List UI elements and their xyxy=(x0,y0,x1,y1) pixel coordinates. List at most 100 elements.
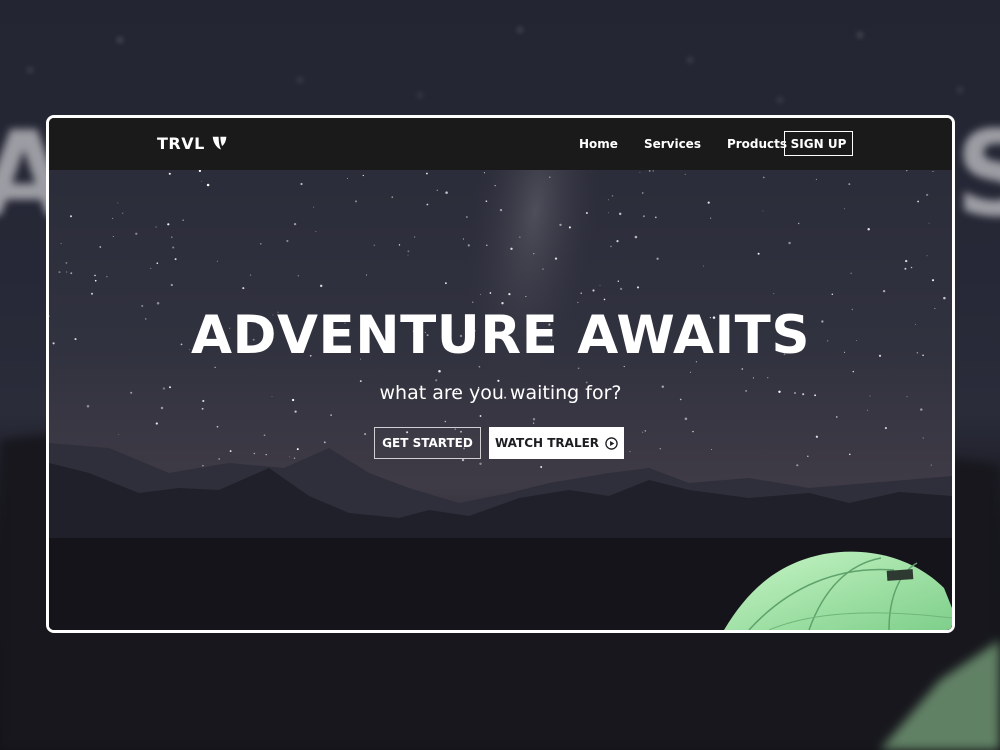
star xyxy=(362,174,364,177)
star xyxy=(94,279,97,282)
star xyxy=(170,236,173,239)
star xyxy=(610,245,612,248)
star xyxy=(905,259,908,263)
brand-name: TRVL xyxy=(157,134,205,153)
star xyxy=(94,274,96,277)
star xyxy=(485,200,488,203)
star xyxy=(711,449,713,450)
star xyxy=(904,267,907,270)
star xyxy=(542,268,544,270)
star xyxy=(577,301,579,303)
star xyxy=(167,223,170,226)
star xyxy=(480,293,482,295)
star xyxy=(250,274,252,276)
star xyxy=(592,289,595,292)
star xyxy=(815,435,819,438)
star xyxy=(69,215,73,218)
star xyxy=(438,369,441,373)
star xyxy=(242,287,245,290)
star xyxy=(741,368,744,370)
top-navbar: TRVL Home Services Products SIGN UP xyxy=(49,118,952,170)
star xyxy=(202,464,204,467)
star xyxy=(532,422,535,424)
star xyxy=(757,252,760,255)
star xyxy=(577,367,580,370)
star xyxy=(559,223,562,227)
star xyxy=(639,171,641,173)
star xyxy=(297,275,299,277)
star xyxy=(917,200,919,203)
play-circle-icon xyxy=(605,436,618,450)
star xyxy=(642,431,644,433)
star xyxy=(293,457,296,460)
star xyxy=(174,258,177,261)
star xyxy=(599,284,601,286)
star xyxy=(70,272,73,275)
star xyxy=(508,292,511,296)
star xyxy=(519,236,521,238)
star xyxy=(407,250,410,253)
star xyxy=(930,464,932,466)
star xyxy=(652,170,654,172)
get-started-button[interactable]: GET STARTED xyxy=(374,427,481,459)
star xyxy=(603,298,606,301)
star xyxy=(611,195,614,197)
star xyxy=(172,246,175,249)
star xyxy=(884,427,887,430)
nav-link-products[interactable]: Products xyxy=(727,137,787,151)
star xyxy=(150,267,152,269)
star xyxy=(762,210,764,212)
nav-link-services[interactable]: Services xyxy=(644,137,701,151)
star xyxy=(762,176,765,179)
star xyxy=(641,192,644,194)
star xyxy=(155,226,157,228)
star xyxy=(684,173,686,175)
star xyxy=(426,203,429,206)
star xyxy=(943,296,946,300)
star xyxy=(483,172,485,174)
star xyxy=(263,434,266,437)
nav-link-home[interactable]: Home xyxy=(579,137,618,151)
star xyxy=(618,212,622,216)
star xyxy=(200,180,202,182)
star xyxy=(201,407,204,410)
nav-links: Home Services Products xyxy=(579,118,787,170)
star xyxy=(928,222,930,224)
star xyxy=(286,239,289,243)
star xyxy=(510,247,513,250)
star xyxy=(216,260,218,262)
star xyxy=(707,201,710,204)
star xyxy=(549,176,551,178)
star xyxy=(619,287,623,291)
star xyxy=(848,183,851,186)
get-started-label: GET STARTED xyxy=(382,436,473,450)
star xyxy=(135,232,138,235)
star xyxy=(836,416,838,418)
star xyxy=(60,243,62,245)
star xyxy=(260,243,262,245)
star xyxy=(445,191,448,194)
star xyxy=(300,182,303,186)
sign-up-button[interactable]: SIGN UP xyxy=(784,131,853,156)
star xyxy=(608,199,609,201)
star xyxy=(160,406,164,410)
watch-trailer-button[interactable]: WATCH TRALER xyxy=(489,427,624,459)
star xyxy=(922,437,924,439)
star xyxy=(354,200,358,203)
star xyxy=(198,169,202,173)
star xyxy=(684,417,688,421)
star xyxy=(182,219,184,221)
star xyxy=(796,464,799,467)
star xyxy=(642,215,645,218)
star xyxy=(155,422,158,425)
brand-logo[interactable]: TRVL xyxy=(157,134,228,153)
star xyxy=(479,462,482,466)
star xyxy=(486,244,488,246)
star xyxy=(218,458,220,460)
star xyxy=(214,366,216,368)
star xyxy=(206,183,210,187)
star xyxy=(773,293,775,295)
star xyxy=(436,189,438,191)
typo3-logo-icon xyxy=(212,136,227,150)
star xyxy=(66,271,68,273)
